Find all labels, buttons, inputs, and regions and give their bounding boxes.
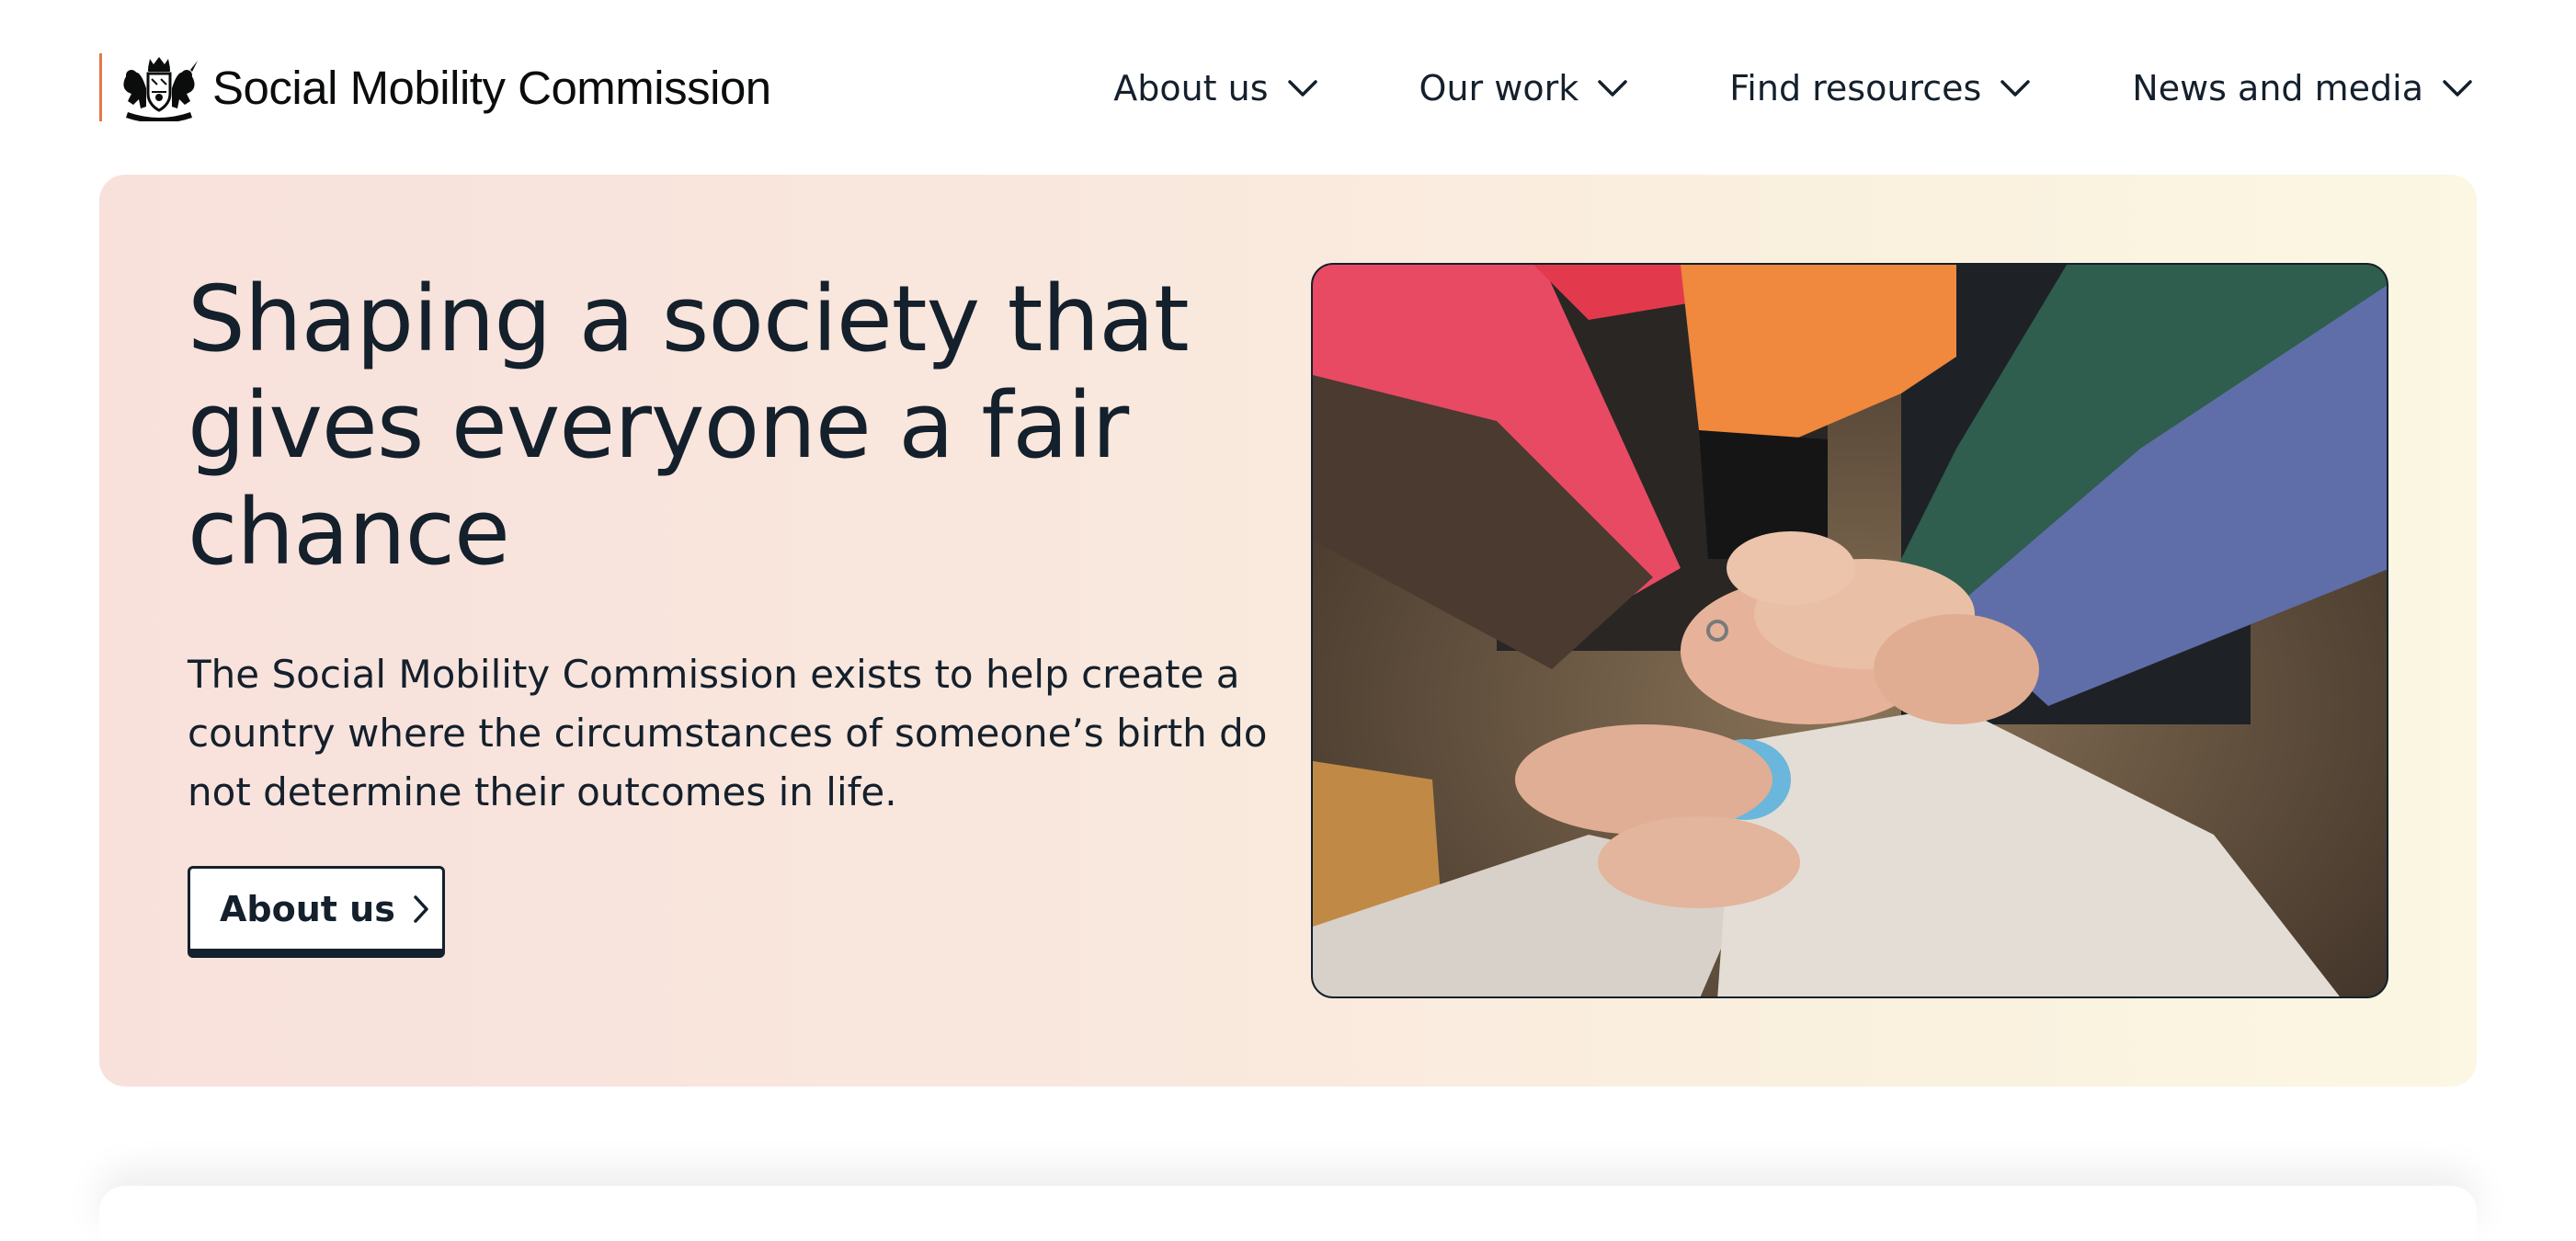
stacked-hands-photo	[1311, 263, 2388, 998]
chevron-down-icon	[1597, 78, 1628, 98]
main-navigation: About us Our work Find resources News an…	[1113, 59, 2473, 118]
nav-item-label: Find resources	[1729, 68, 1982, 108]
site-header: Social Mobility Commission About us Our …	[0, 0, 2576, 175]
site-name: Social Mobility Commission	[212, 61, 771, 114]
next-section-card	[99, 1186, 2477, 1241]
chevron-down-icon	[2442, 78, 2473, 98]
nav-item-label: About us	[1113, 68, 1269, 108]
nav-item-about-us[interactable]: About us	[1113, 68, 1317, 108]
about-us-button[interactable]: About us	[188, 866, 445, 958]
hero-banner: Shaping a society that gives everyone a …	[99, 175, 2477, 1087]
nav-item-label: Our work	[1419, 68, 1579, 108]
nav-item-our-work[interactable]: Our work	[1419, 68, 1629, 108]
nav-item-find-resources[interactable]: Find resources	[1729, 68, 2031, 108]
royal-coat-of-arms-icon	[119, 53, 199, 121]
home-link[interactable]: Social Mobility Commission	[99, 53, 771, 121]
nav-item-news-and-media[interactable]: News and media	[2132, 68, 2473, 108]
hero-title: Shaping a society that gives everyone a …	[188, 267, 1190, 586]
about-us-button-label: About us	[220, 888, 395, 929]
nav-item-label: News and media	[2132, 68, 2423, 108]
chevron-down-icon	[2000, 78, 2031, 98]
chevron-right-icon	[412, 894, 430, 925]
hero-description: The Social Mobility Commission exists to…	[188, 652, 1268, 814]
chevron-down-icon	[1287, 78, 1318, 98]
